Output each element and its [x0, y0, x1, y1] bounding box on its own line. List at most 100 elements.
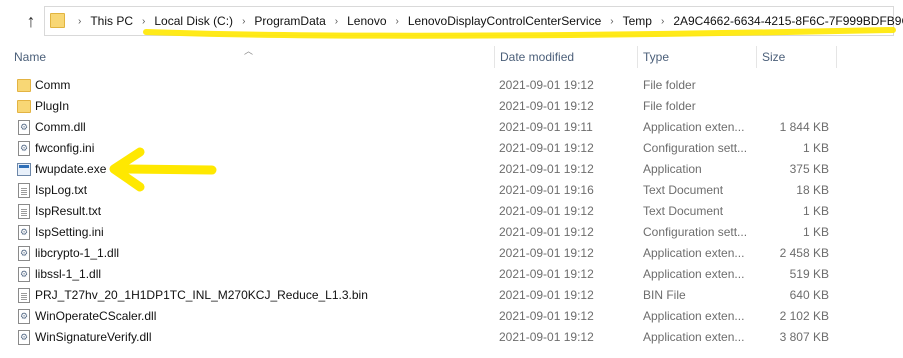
file-type: Text Document — [643, 183, 724, 197]
list-item[interactable]: IspSetting.ini 2021-09-01 19:12 Configur… — [0, 222, 903, 243]
file-size: 2 458 KB — [779, 246, 829, 260]
bin-file-icon — [18, 288, 30, 303]
file-date: 2021-09-01 19:11 — [499, 120, 593, 134]
file-list: Comm 2021-09-01 19:12 File folder PlugIn… — [0, 75, 903, 348]
chevron-right-icon[interactable]: › — [610, 16, 613, 27]
list-item[interactable]: WinSignatureVerify.dll 2021-09-01 19:12 … — [0, 327, 903, 348]
file-date: 2021-09-01 19:12 — [499, 309, 594, 323]
file-name: fwconfig.ini — [35, 141, 95, 155]
file-type: File folder — [643, 99, 696, 113]
chevron-right-icon[interactable]: › — [661, 16, 664, 27]
chevron-right-icon[interactable]: › — [396, 16, 399, 27]
file-type: Application exten... — [643, 246, 745, 260]
file-date: 2021-09-01 19:12 — [499, 162, 594, 176]
file-date: 2021-09-01 19:12 — [499, 78, 594, 92]
file-size: 18 KB — [796, 183, 829, 197]
file-size: 3 807 KB — [779, 330, 829, 344]
column-date-modified[interactable]: Date modified — [494, 44, 638, 70]
dll-file-icon — [18, 309, 30, 324]
file-type: Application exten... — [643, 120, 745, 134]
file-date: 2021-09-01 19:12 — [499, 225, 594, 239]
file-size: 1 KB — [802, 141, 829, 155]
file-name: Comm — [35, 78, 71, 92]
breadcrumb: › This PC › Local Disk (C:) › ProgramDat… — [69, 7, 903, 35]
file-type: Application exten... — [643, 267, 745, 281]
file-date: 2021-09-01 19:12 — [499, 330, 594, 344]
list-item[interactable]: fwupdate.exe 2021-09-01 19:12 Applicatio… — [0, 159, 903, 180]
chevron-right-icon[interactable]: › — [78, 16, 81, 27]
breadcrumb-item-guid[interactable]: 2A9C4662-6634-4215-8F6C-7F999BDFB9CE — [673, 14, 903, 28]
file-type: Configuration sett... — [643, 225, 748, 239]
column-divider[interactable] — [836, 46, 837, 68]
text-file-icon — [18, 183, 30, 198]
dll-file-icon — [18, 330, 30, 345]
file-date: 2021-09-01 19:12 — [499, 204, 594, 218]
list-item[interactable]: WinOperateCScaler.dll 2021-09-01 19:12 A… — [0, 306, 903, 327]
file-date: 2021-09-01 19:12 — [499, 141, 594, 155]
file-size: 375 KB — [789, 162, 829, 176]
file-name: fwupdate.exe — [35, 162, 107, 176]
file-date: 2021-09-01 19:12 — [499, 246, 594, 260]
file-date: 2021-09-01 19:12 — [499, 267, 594, 281]
file-size — [752, 75, 829, 96]
list-item[interactable]: libssl-1_1.dll 2021-09-01 19:12 Applicat… — [0, 264, 903, 285]
list-item[interactable]: IspLog.txt 2021-09-01 19:16 Text Documen… — [0, 180, 903, 201]
list-item[interactable]: fwconfig.ini 2021-09-01 19:12 Configurat… — [0, 138, 903, 159]
file-type: Application exten... — [643, 330, 745, 344]
breadcrumb-item-this-pc[interactable]: This PC — [90, 14, 133, 28]
file-size: 519 KB — [789, 267, 829, 281]
dll-file-icon — [18, 267, 30, 282]
text-file-icon — [18, 204, 30, 219]
sort-ascending-icon: ︿ — [244, 46, 254, 56]
file-size: 1 KB — [802, 204, 829, 218]
config-file-icon — [18, 225, 30, 240]
breadcrumb-item-lenovo[interactable]: Lenovo — [347, 14, 386, 28]
breadcrumb-item-temp[interactable]: Temp — [623, 14, 652, 28]
file-name: WinOperateCScaler.dll — [35, 309, 157, 323]
file-date: 2021-09-01 19:12 — [499, 288, 594, 302]
file-date: 2021-09-01 19:16 — [499, 183, 594, 197]
file-name: Comm.dll — [35, 120, 86, 134]
file-type: Application — [643, 162, 702, 176]
list-item[interactable]: IspResult.txt 2021-09-01 19:12 Text Docu… — [0, 201, 903, 222]
list-item[interactable]: PlugIn 2021-09-01 19:12 File folder — [0, 96, 903, 117]
file-type: Application exten... — [643, 309, 745, 323]
file-name: IspResult.txt — [35, 204, 102, 218]
breadcrumb-item-programdata[interactable]: ProgramData — [254, 14, 325, 28]
list-item[interactable]: PRJ_T27hv_20_1H1DP1TC_INL_M270KCJ_Reduce… — [0, 285, 903, 306]
folder-icon — [17, 79, 31, 92]
chevron-right-icon[interactable]: › — [142, 16, 145, 27]
file-type: Configuration sett... — [643, 141, 748, 155]
folder-icon — [50, 13, 65, 28]
file-size: 1 KB — [802, 225, 829, 239]
file-name: PlugIn — [35, 99, 70, 113]
up-arrow-icon[interactable]: ↑ — [22, 10, 40, 32]
list-item[interactable]: Comm.dll 2021-09-01 19:11 Application ex… — [0, 117, 903, 138]
file-size: 640 KB — [789, 288, 829, 302]
file-name: libssl-1_1.dll — [35, 267, 102, 281]
file-type: File folder — [643, 78, 696, 92]
file-name: IspLog.txt — [35, 183, 88, 197]
file-name: IspSetting.ini — [35, 225, 104, 239]
list-item[interactable]: Comm 2021-09-01 19:12 File folder — [0, 75, 903, 96]
file-name: libcrypto-1_1.dll — [35, 246, 120, 260]
file-name: WinSignatureVerify.dll — [35, 330, 152, 344]
file-date: 2021-09-01 19:12 — [499, 99, 594, 113]
breadcrumb-item-local-disk[interactable]: Local Disk (C:) — [154, 14, 233, 28]
chevron-right-icon[interactable]: › — [335, 16, 338, 27]
file-size: 1 844 KB — [779, 120, 829, 134]
file-name: PRJ_T27hv_20_1H1DP1TC_INL_M270KCJ_Reduce… — [35, 288, 368, 302]
list-item[interactable]: libcrypto-1_1.dll 2021-09-01 19:12 Appli… — [0, 243, 903, 264]
column-size[interactable]: Size — [756, 44, 836, 70]
address-bar-area: ↑ › This PC › Local Disk (C:) › ProgramD… — [0, 0, 903, 40]
column-type[interactable]: Type — [637, 44, 757, 70]
file-size: 2 102 KB — [779, 309, 829, 323]
config-file-icon — [18, 141, 30, 156]
dll-file-icon — [18, 246, 30, 261]
chevron-right-icon[interactable]: › — [242, 16, 245, 27]
dll-file-icon — [18, 120, 30, 135]
folder-icon — [17, 100, 31, 113]
breadcrumb-item-service[interactable]: LenovoDisplayControlCenterService — [408, 14, 601, 28]
address-bar[interactable]: › This PC › Local Disk (C:) › ProgramDat… — [44, 6, 903, 36]
file-size — [752, 96, 829, 117]
